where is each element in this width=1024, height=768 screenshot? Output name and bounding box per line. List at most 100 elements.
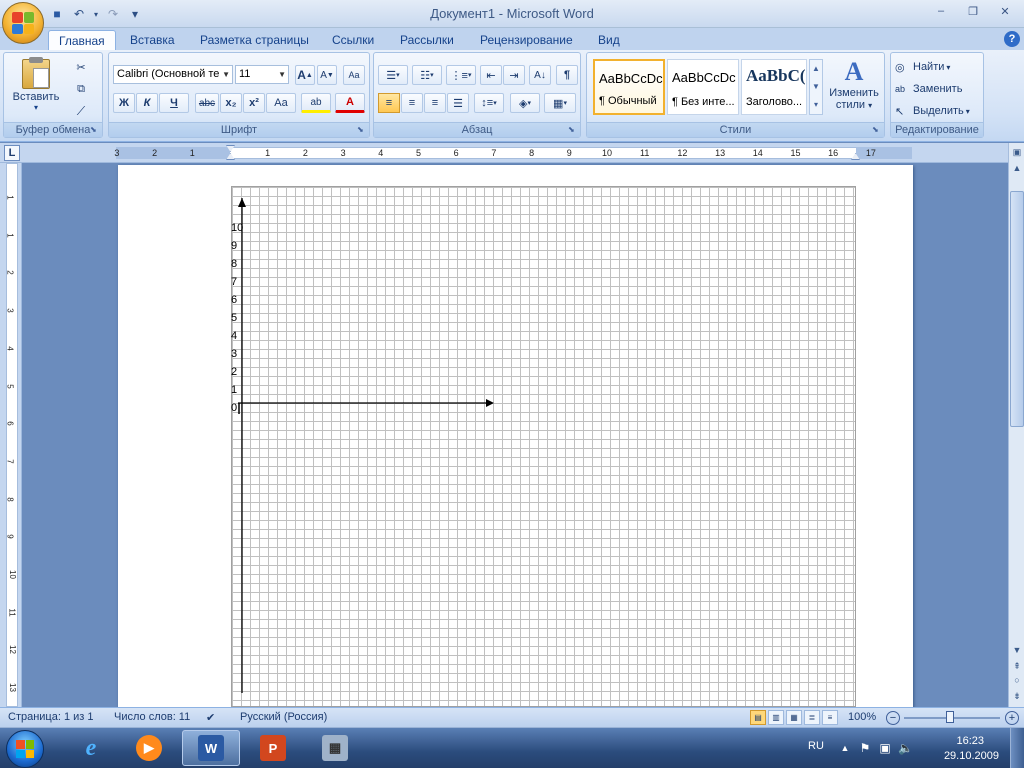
document-area[interactable]: 10 9 8 7 6 5 4 3 2 1 0 xyxy=(23,163,1008,707)
web-layout-icon[interactable]: ▦ xyxy=(786,710,802,725)
strikethrough-button[interactable]: abc xyxy=(195,93,219,113)
ruler-number: 14 xyxy=(752,148,763,158)
tab-insert[interactable]: Вставка xyxy=(120,30,185,50)
print-layout-view-icon[interactable]: ▤ xyxy=(750,710,766,725)
subscript-button[interactable]: x₂ xyxy=(220,93,242,113)
page-count[interactable]: Страница: 1 из 1 xyxy=(8,711,94,723)
show-desktop-button[interactable] xyxy=(1010,728,1024,768)
vertical-scrollbar[interactable]: ▣ ▲ ▼ ⇞ ○ ⇟ xyxy=(1008,143,1024,707)
style-normal[interactable]: AaBbCcDc ¶ Обычный xyxy=(593,59,665,115)
styles-dialog-launcher-icon[interactable]: ⬊ xyxy=(872,125,882,135)
paragraph-dialog-launcher-icon[interactable]: ⬊ xyxy=(568,125,578,135)
change-case-button[interactable]: Aa xyxy=(266,93,296,113)
volume-icon[interactable]: 🔈 xyxy=(898,741,913,755)
word-count[interactable]: Число слов: 11 xyxy=(114,711,190,723)
taskbar-word[interactable]: W xyxy=(182,730,240,766)
scroll-down-icon[interactable]: ▼ xyxy=(1010,643,1024,657)
align-left-button[interactable]: ≡ xyxy=(378,93,400,113)
clock-time[interactable]: 16:23 xyxy=(956,735,984,747)
tab-view[interactable]: Вид xyxy=(588,30,630,50)
style-no-spacing[interactable]: AaBbCcDc ¶ Без инте... xyxy=(667,59,739,115)
chevron-up-icon[interactable]: ▲ xyxy=(810,60,822,78)
copy-icon[interactable]: ⧉ xyxy=(70,79,92,99)
start-button[interactable] xyxy=(6,730,44,768)
highlight-button[interactable]: ab xyxy=(301,93,331,113)
font-size-combo[interactable]: 11 ▼ xyxy=(235,65,289,84)
zoom-slider-thumb[interactable] xyxy=(946,711,954,723)
horizontal-ruler[interactable]: L 3 2 1 1 2 3 4 5 6 7 8 9 10 11 12 13 14 15 16 17 xyxy=(0,143,1024,163)
tab-review[interactable]: Рецензирование xyxy=(470,30,583,50)
scroll-up-icon[interactable]: ▲ xyxy=(1010,161,1024,175)
sort-button[interactable]: A↓ xyxy=(529,65,551,85)
multilevel-list-button[interactable]: ⋮≡ ▾ xyxy=(446,65,476,85)
vertical-ruler[interactable]: 1 1 2 3 4 5 6 7 8 9 10 11 12 13 xyxy=(0,163,22,707)
style-sample: AaBbCcDc xyxy=(599,71,663,86)
action-center-icon[interactable]: ⚑ xyxy=(858,741,872,755)
align-center-button[interactable]: ≡ xyxy=(401,93,423,113)
tab-mailings[interactable]: Рассылки xyxy=(390,30,464,50)
tab-selector-button[interactable]: L xyxy=(4,145,20,161)
document-page[interactable]: 10 9 8 7 6 5 4 3 2 1 0 xyxy=(118,165,913,707)
line-spacing-button[interactable]: ↕≡ ▾ xyxy=(474,93,504,113)
browse-object-icon[interactable]: ○ xyxy=(1010,673,1024,687)
style-heading-1[interactable]: AaBbC( Заголово... xyxy=(741,59,807,115)
shrink-font-button[interactable]: A ▼ xyxy=(317,65,337,85)
show-formatting-button[interactable]: ¶ xyxy=(556,65,578,85)
font-color-button[interactable]: A xyxy=(335,93,365,113)
shading-button[interactable]: ◈ ▾ xyxy=(510,93,540,113)
network-icon[interactable]: ▣ xyxy=(878,741,892,755)
maximize-button[interactable]: ❐ xyxy=(958,2,988,20)
zoom-level[interactable]: 100% xyxy=(848,711,876,723)
clock-date[interactable]: 29.10.2009 xyxy=(944,750,999,762)
taskbar-media-player[interactable]: ▶ xyxy=(120,730,178,766)
proofing-icon[interactable]: ✔ xyxy=(206,711,215,724)
zoom-in-icon[interactable]: + xyxy=(1005,711,1019,725)
numbering-button[interactable]: ☷ ▾ xyxy=(412,65,442,85)
zoom-out-icon[interactable]: − xyxy=(886,711,900,725)
taskbar-calculator[interactable]: ▦ xyxy=(306,730,364,766)
paste-button[interactable]: Вставить ▾ xyxy=(12,57,60,115)
chevron-down-icon[interactable]: ▼ xyxy=(810,78,822,96)
bold-button[interactable]: Ж xyxy=(113,93,135,113)
show-hidden-icons-icon[interactable]: ▲ xyxy=(838,741,852,755)
clear-formatting-button[interactable]: Aa xyxy=(343,65,365,85)
underline-button[interactable]: Ч xyxy=(159,93,189,113)
minimize-button[interactable]: – xyxy=(926,2,956,20)
help-icon[interactable]: ? xyxy=(1004,31,1020,47)
tab-page-layout[interactable]: Разметка страницы xyxy=(190,30,319,50)
format-painter-icon[interactable]: ⟋ xyxy=(70,101,92,121)
taskbar-internet-explorer[interactable]: e xyxy=(62,730,120,766)
previous-page-icon[interactable]: ⇞ xyxy=(1010,659,1024,673)
taskbar-powerpoint[interactable]: P xyxy=(244,730,302,766)
ruler-view-toggle-icon[interactable]: ▣ xyxy=(1010,145,1024,159)
styles-more-icon[interactable]: ▾ xyxy=(810,96,822,114)
select-button[interactable]: ↖ Выделить ▾ xyxy=(895,101,981,121)
superscript-button[interactable]: x² xyxy=(243,93,265,113)
bullets-button[interactable]: ☰ ▾ xyxy=(378,65,408,85)
input-language[interactable]: RU xyxy=(808,740,824,752)
italic-button[interactable]: К xyxy=(136,93,158,113)
increase-indent-button[interactable]: ⇥ xyxy=(503,65,525,85)
clipboard-dialog-launcher-icon[interactable]: ⬊ xyxy=(90,125,100,135)
grow-font-button[interactable]: A ▲ xyxy=(295,65,315,85)
language-indicator[interactable]: Русский (Россия) xyxy=(240,711,327,723)
decrease-indent-button[interactable]: ⇤ xyxy=(480,65,502,85)
font-name-combo[interactable]: Calibri (Основной те ▼ xyxy=(113,65,233,84)
close-button[interactable]: ✕ xyxy=(990,2,1020,20)
align-right-button[interactable]: ≡ xyxy=(424,93,446,113)
replace-button[interactable]: ab Заменить xyxy=(895,79,981,99)
office-button[interactable] xyxy=(2,2,44,44)
change-styles-button[interactable]: A Изменить стили ▾ xyxy=(825,57,883,119)
next-page-icon[interactable]: ⇟ xyxy=(1010,689,1024,703)
scroll-thumb[interactable] xyxy=(1010,191,1024,427)
full-screen-reading-icon[interactable]: ▥ xyxy=(768,710,784,725)
justify-button[interactable]: ☰ xyxy=(447,93,469,113)
outline-view-icon[interactable]: ≣ xyxy=(804,710,820,725)
tab-home[interactable]: Главная xyxy=(48,30,116,50)
cut-icon[interactable]: ✂ xyxy=(70,57,92,77)
find-button[interactable]: ◎ Найти ▾ xyxy=(895,57,981,77)
borders-button[interactable]: ▦ ▾ xyxy=(544,93,576,113)
draft-view-icon[interactable]: ≡ xyxy=(822,710,838,725)
font-dialog-launcher-icon[interactable]: ⬊ xyxy=(357,125,367,135)
tab-references[interactable]: Ссылки xyxy=(322,30,384,50)
